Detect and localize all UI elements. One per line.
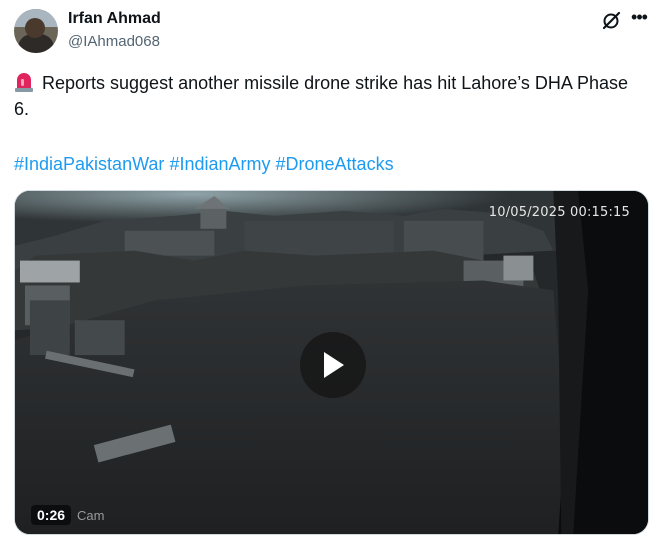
- video-duration: 0:26: [31, 505, 72, 525]
- hashtag-link[interactable]: #IndiaPakistanWar: [14, 154, 164, 174]
- rotating-light-emoji: [14, 71, 34, 92]
- avatar[interactable]: [14, 9, 58, 53]
- play-icon[interactable]: [300, 332, 366, 398]
- video-timestamp-overlay: 10/05/2025 00:15:15: [488, 205, 630, 220]
- camera-watermark: Cam: [77, 508, 105, 523]
- video-player[interactable]: 10/05/2025 00:15:15 Cam 0:26: [14, 190, 649, 535]
- post-text: Reports suggest another missile drone st…: [14, 70, 639, 122]
- hashtag-link[interactable]: #IndianArmy: [169, 154, 270, 174]
- hashtag-link[interactable]: #DroneAttacks: [276, 154, 394, 174]
- author-name[interactable]: Irfan Ahmad: [68, 9, 161, 29]
- grok-icon[interactable]: [600, 10, 622, 32]
- hashtag-list: #IndiaPakistanWar #IndianArmy #DroneAtta…: [14, 151, 394, 177]
- more-icon[interactable]: •••: [628, 7, 650, 29]
- avatar-figure-head: [25, 18, 45, 38]
- post-body: Reports suggest another missile drone st…: [14, 73, 628, 119]
- author-handle[interactable]: @IAhmad068: [68, 32, 160, 52]
